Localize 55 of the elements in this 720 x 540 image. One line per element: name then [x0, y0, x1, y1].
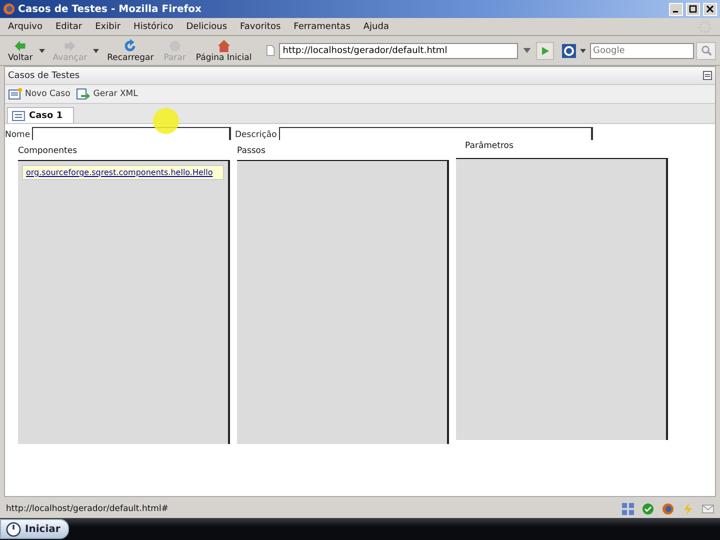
nav-button[interactable]: Página Inicial [192, 38, 256, 62]
input-field[interactable] [278, 127, 593, 140]
menu-item[interactable]: Histórico [134, 22, 174, 32]
menu-item[interactable]: Exibir [95, 22, 121, 32]
menu-item[interactable]: Delicious [186, 22, 228, 32]
close-icon [706, 5, 714, 13]
tab[interactable]: Caso 1 [7, 107, 74, 123]
reload-icon [123, 38, 138, 52]
nav-button[interactable]: Recarregar [103, 38, 158, 62]
maximize-button[interactable] [686, 2, 700, 16]
nav-button[interactable]: Voltar [4, 38, 37, 62]
menu-item[interactable]: Arquivo [8, 22, 42, 32]
address-field[interactable]: http://localhost/gerador/default.html [278, 42, 518, 58]
panel-title: Parâmetros [464, 141, 514, 153]
activity-throbber-icon [698, 20, 712, 34]
export-arrow-icon [76, 88, 90, 100]
home-icon [216, 38, 231, 52]
menu-item[interactable]: Editar [55, 22, 82, 32]
field-label: Nome [5, 130, 30, 140]
grid-icon [622, 502, 634, 514]
browser-logo-icon [3, 3, 15, 15]
toolbar-button[interactable]: Gerar XML [76, 88, 138, 100]
toolbar-button[interactable]: Novo Caso [8, 88, 70, 100]
input-field[interactable] [32, 127, 231, 140]
field-label: Descrição [235, 130, 277, 140]
status-text: http://localhost/gerador/default.html# [6, 504, 168, 514]
dropdown-caret-icon[interactable] [580, 48, 586, 52]
envelope-icon [702, 502, 714, 514]
menu-item[interactable]: Ferramentas [294, 22, 350, 32]
globe-icon [662, 502, 674, 514]
form-icon [12, 110, 25, 120]
search-field[interactable]: Google [590, 42, 694, 58]
lightning-icon [682, 502, 694, 514]
dropdown-caret-icon[interactable] [38, 48, 45, 52]
check-icon [642, 502, 654, 514]
maximize-icon [689, 5, 697, 13]
list-item[interactable]: org.sourceforge.sqrest.components.hello.Hello [22, 165, 224, 180]
back-icon [13, 38, 28, 52]
menu-item[interactable]: Favoritos [240, 22, 281, 32]
window-title: Casos de Testes - Mozilla Firefox [18, 4, 202, 14]
search-engine-icon[interactable] [562, 44, 576, 58]
search-icon [700, 45, 712, 56]
page-icon [266, 45, 275, 56]
power-icon [6, 522, 21, 536]
play-icon [540, 46, 550, 56]
start-button[interactable]: Iniciar [0, 519, 70, 539]
minimize-button[interactable] [669, 2, 683, 16]
close-button[interactable] [703, 2, 717, 16]
panel-title: Componentes [18, 146, 78, 158]
menu-item[interactable]: Ajuda [363, 22, 389, 32]
new-document-icon [8, 88, 22, 100]
app-title: Casos de Testes [8, 70, 80, 80]
restore-icon[interactable] [703, 71, 712, 80]
panel-title: Passos [237, 146, 266, 158]
forward-icon [62, 38, 77, 52]
